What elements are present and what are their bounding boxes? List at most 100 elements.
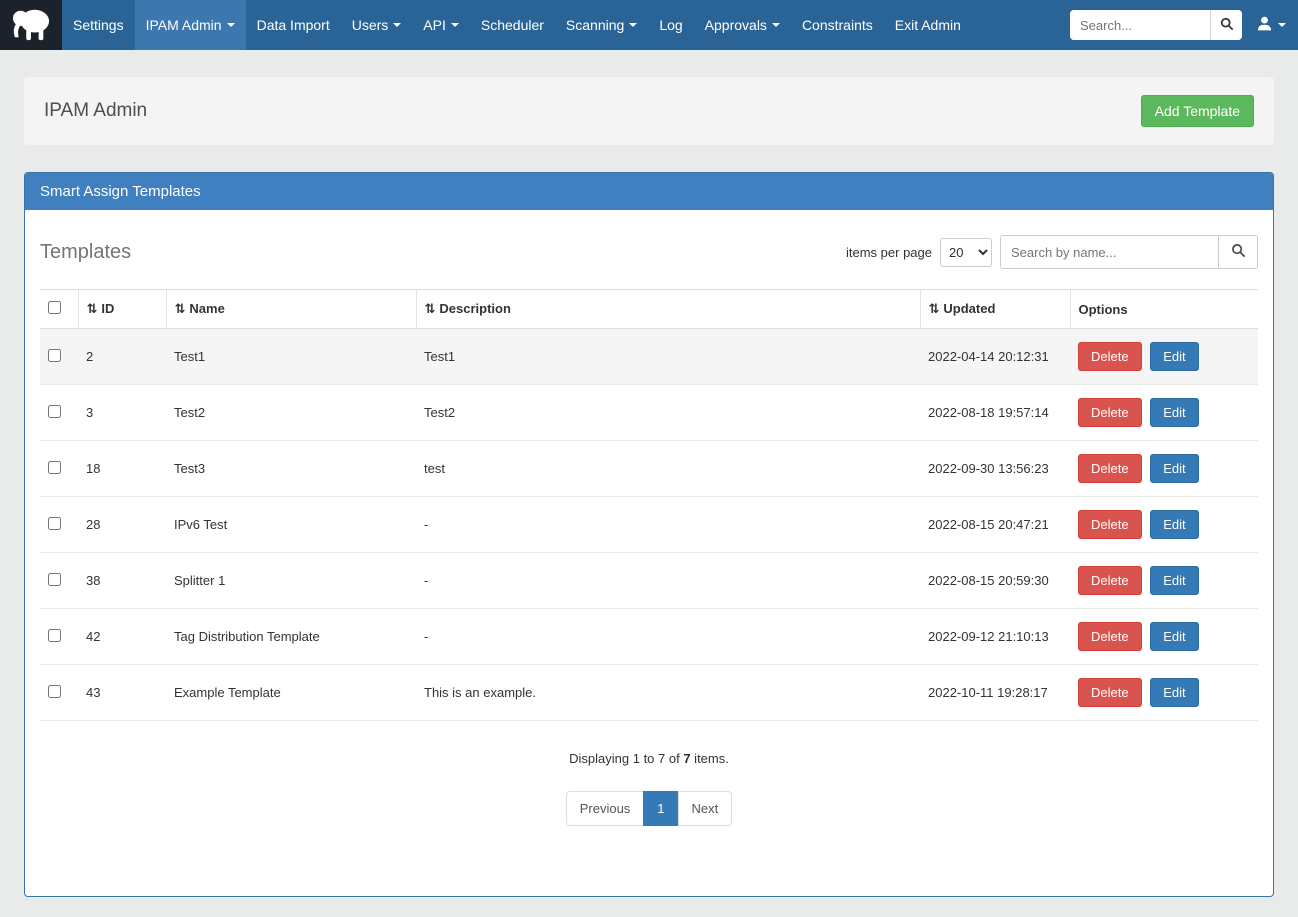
nav-item-ipam-admin[interactable]: IPAM Admin	[135, 0, 246, 50]
row-checkbox[interactable]	[48, 405, 61, 418]
sort-icon[interactable]: ⇅	[87, 301, 98, 316]
column-header-id[interactable]: ⇅ID	[78, 290, 166, 329]
caret-down-icon	[1278, 23, 1286, 27]
page-title: IPAM Admin	[44, 100, 147, 122]
nav-item-scanning[interactable]: Scanning	[555, 0, 648, 50]
row-checkbox[interactable]	[48, 629, 61, 642]
cell-name: Splitter 1	[166, 553, 416, 609]
column-header-name[interactable]: ⇅Name	[166, 290, 416, 329]
cell-updated: 2022-04-14 20:12:31	[920, 329, 1070, 385]
app-logo[interactable]	[0, 0, 62, 50]
nav-item-log[interactable]: Log	[648, 0, 693, 50]
delete-button[interactable]: Delete	[1078, 566, 1142, 595]
edit-button[interactable]: Edit	[1150, 454, 1198, 483]
table-row: 3 Test2 Test2 2022-08-18 19:57:14 Delete…	[40, 385, 1258, 441]
nav-item-users[interactable]: Users	[341, 0, 413, 50]
sort-icon[interactable]: ⇅	[929, 301, 940, 316]
delete-button[interactable]: Delete	[1078, 622, 1142, 651]
cell-description: -	[416, 609, 920, 665]
nav-item-approvals[interactable]: Approvals	[694, 0, 791, 50]
user-menu[interactable]	[1256, 15, 1286, 35]
nav-item-settings[interactable]: Settings	[62, 0, 135, 50]
sort-icon[interactable]: ⇅	[175, 301, 186, 316]
nav-item-label: Log	[659, 17, 682, 33]
cell-description: -	[416, 553, 920, 609]
delete-button[interactable]: Delete	[1078, 398, 1142, 427]
previous-page-button[interactable]: Previous	[566, 791, 645, 826]
nav-item-scheduler[interactable]: Scheduler	[470, 0, 555, 50]
nav-item-label: IPAM Admin	[146, 17, 222, 33]
delete-button[interactable]: Delete	[1078, 454, 1142, 483]
table-row: 2 Test1 Test1 2022-04-14 20:12:31 Delete…	[40, 329, 1258, 385]
page-1-button[interactable]: 1	[643, 791, 678, 826]
nav-item-label: Scheduler	[481, 17, 544, 33]
next-page-button[interactable]: Next	[678, 791, 733, 826]
delete-button[interactable]: Delete	[1078, 510, 1142, 539]
cell-name: IPv6 Test	[166, 497, 416, 553]
cell-name: Example Template	[166, 665, 416, 721]
cell-description: Test2	[416, 385, 920, 441]
delete-button[interactable]: Delete	[1078, 342, 1142, 371]
cell-options: Delete Edit	[1070, 609, 1258, 665]
nav-item-api[interactable]: API	[412, 0, 470, 50]
add-template-button[interactable]: Add Template	[1141, 95, 1254, 127]
cell-id: 28	[78, 497, 166, 553]
edit-button[interactable]: Edit	[1150, 510, 1198, 539]
user-icon	[1256, 15, 1273, 35]
table-toolbar: Templates items per page 20	[40, 235, 1258, 269]
cell-options: Delete Edit	[1070, 441, 1258, 497]
table-row: 18 Test3 test 2022-09-30 13:56:23 Delete…	[40, 441, 1258, 497]
navbar-search-input[interactable]	[1070, 10, 1210, 40]
row-checkbox[interactable]	[48, 573, 61, 586]
select-all-checkbox[interactable]	[48, 301, 61, 314]
sort-icon[interactable]: ⇅	[425, 301, 436, 316]
table-row: 38 Splitter 1 - 2022-08-15 20:59:30 Dele…	[40, 553, 1258, 609]
navbar-search-group	[1070, 10, 1242, 40]
name-search-input[interactable]	[1000, 235, 1218, 269]
column-header-description[interactable]: ⇅Description	[416, 290, 920, 329]
pagination: Previous 1 Next	[40, 791, 1258, 826]
caret-down-icon	[629, 23, 637, 27]
edit-button[interactable]: Edit	[1150, 342, 1198, 371]
items-per-page-select[interactable]: 20	[940, 238, 992, 267]
nav-item-exit-admin[interactable]: Exit Admin	[884, 0, 972, 50]
top-navbar: Settings IPAM Admin Data Import Users AP…	[0, 0, 1298, 50]
caret-down-icon	[772, 23, 780, 27]
name-search-button[interactable]	[1218, 235, 1258, 269]
row-checkbox[interactable]	[48, 685, 61, 698]
nav-item-label: Settings	[73, 17, 124, 33]
nav-item-constraints[interactable]: Constraints	[791, 0, 884, 50]
cell-name: Test3	[166, 441, 416, 497]
displaying-status: Displaying 1 to 7 of 7 items.	[40, 751, 1258, 766]
row-checkbox[interactable]	[48, 517, 61, 530]
cell-updated: 2022-08-15 20:59:30	[920, 553, 1070, 609]
edit-button[interactable]: Edit	[1150, 678, 1198, 707]
column-header-updated[interactable]: ⇅Updated	[920, 290, 1070, 329]
cell-updated: 2022-08-18 19:57:14	[920, 385, 1070, 441]
edit-button[interactable]: Edit	[1150, 398, 1198, 427]
cell-description: Test1	[416, 329, 920, 385]
section-title: Templates	[40, 241, 131, 264]
nav-item-data-import[interactable]: Data Import	[246, 0, 341, 50]
row-checkbox[interactable]	[48, 461, 61, 474]
templates-table-body: 2 Test1 Test1 2022-04-14 20:12:31 Delete…	[40, 329, 1258, 721]
caret-down-icon	[227, 23, 235, 27]
cell-updated: 2022-08-15 20:47:21	[920, 497, 1070, 553]
panel-body: Templates items per page 20	[25, 210, 1273, 896]
delete-button[interactable]: Delete	[1078, 678, 1142, 707]
navbar-right	[1070, 0, 1298, 50]
row-checkbox[interactable]	[48, 349, 61, 362]
cell-updated: 2022-10-11 19:28:17	[920, 665, 1070, 721]
edit-button[interactable]: Edit	[1150, 622, 1198, 651]
nav-item-label: Approvals	[705, 17, 767, 33]
table-row: 43 Example Template This is an example. …	[40, 665, 1258, 721]
search-icon	[1231, 243, 1246, 261]
table-row: 42 Tag Distribution Template - 2022-09-1…	[40, 609, 1258, 665]
navbar-search-button[interactable]	[1210, 10, 1242, 40]
nav-item-label: Constraints	[802, 17, 873, 33]
templates-table: ⇅ID ⇅Name ⇅Description ⇅Updated Options	[40, 289, 1258, 721]
cell-options: Delete Edit	[1070, 329, 1258, 385]
nav-item-label: Data Import	[257, 17, 330, 33]
cell-options: Delete Edit	[1070, 553, 1258, 609]
edit-button[interactable]: Edit	[1150, 566, 1198, 595]
